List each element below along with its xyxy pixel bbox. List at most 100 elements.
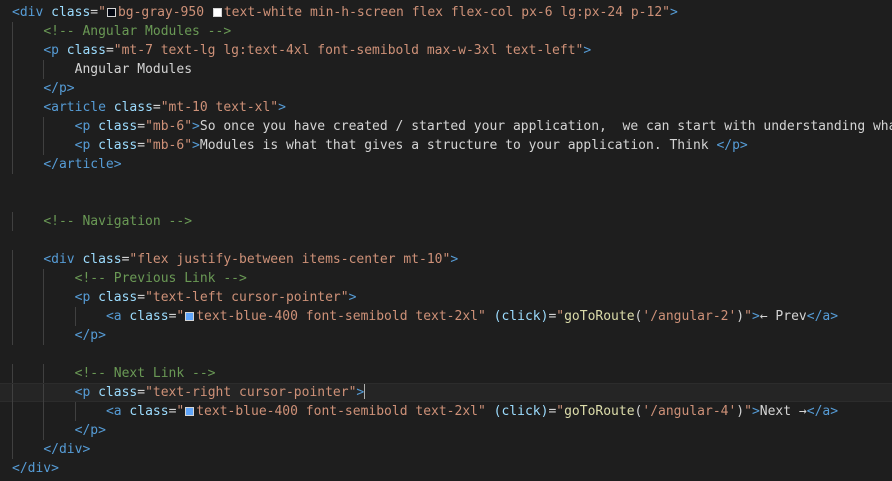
indent-guide [43,288,45,307]
code-line[interactable]: <p class="mt-7 text-lg lg:text-4xl font-… [0,41,892,60]
color-swatch-icon[interactable] [185,312,195,321]
code-text: <a class=" text-blue-400 font-semibold te… [106,307,838,326]
code-token: bg-gray-950 [117,5,212,20]
code-line[interactable]: <a class=" text-blue-400 font-semibold te… [0,402,892,421]
indent-guide [12,155,13,174]
code-line[interactable] [0,345,892,364]
code-token: </a> [806,404,839,419]
indent-guide [74,402,76,421]
code-token: (click) [493,404,549,419]
code-token: <!-- Angular Modules --> [43,24,232,39]
code-line[interactable]: </div> [0,459,892,478]
code-line[interactable]: </p> [0,79,892,98]
indent-guide [43,117,45,136]
code-token: <!-- Previous Link --> [74,271,247,286]
indent-guide [43,402,45,421]
indent-guide [74,307,76,326]
code-token: <!-- Next Link --> [74,366,216,381]
code-token: " [556,309,565,324]
indent-guide [43,326,45,345]
code-token: > [669,5,678,20]
code-line[interactable]: </div> [0,440,892,459]
code-token: </article> [43,157,122,172]
color-swatch-icon[interactable] [185,407,195,416]
code-line[interactable]: <article class="mt-10 text-xl"> [0,98,892,117]
code-token: (click) [493,309,549,324]
code-text: </p> [43,79,74,98]
code-token: <p [74,385,91,400]
code-token: class [82,252,122,267]
code-line[interactable]: <div class=" bg-gray-950 text-white min-h… [0,3,892,22]
code-token: > [356,385,365,400]
code-token: > [348,290,357,305]
code-token: </p> [74,328,106,343]
code-token: "mb-6" [145,138,193,153]
code-line[interactable]: </p> [0,326,892,345]
indent-guide [12,41,13,60]
code-token: So once you have created / started your … [199,119,892,134]
code-text: <p class="text-right cursor-pointer"> [75,384,366,401]
code-token: text-white min-h-screen flex flex-col px… [223,5,670,20]
code-token: " [98,5,106,20]
code-line[interactable]: <!-- Angular Modules --> [0,22,892,41]
code-token: > [192,119,200,134]
code-token: class [51,5,91,20]
code-line[interactable]: Angular Modules [0,60,892,79]
code-token: "mb-6" [145,119,193,134]
code-token: Angular Modules [74,62,193,77]
code-editor[interactable]: <div class = " bg-gray-950 text-white min-h… [0,0,892,481]
indent-guide [12,326,13,345]
code-token: > [278,100,286,115]
code-token: " [744,404,752,419]
indent-guide [12,117,13,136]
code-line[interactable]: <a class=" text-blue-400 font-semibold te… [0,307,892,326]
code-line[interactable]: <!-- Navigation --> [0,212,892,231]
text-cursor [364,384,366,399]
code-line[interactable] [0,193,892,212]
code-token: class [98,385,138,400]
indent-guide [12,269,13,288]
code-token: = [137,138,146,153]
code-line[interactable] [0,231,892,250]
code-token: goToRoute [564,309,635,324]
code-token: <a [105,404,122,419]
indent-guide [12,212,13,231]
code-token: " [744,309,752,324]
code-line[interactable]: </p> [0,421,892,440]
indent-guide [12,307,13,326]
code-token: class [66,43,106,58]
code-line[interactable]: <p class="text-left cursor-pointer"> [0,288,892,307]
code-token: <a [105,309,122,324]
code-token: text-blue-400 font-semibold text-2xl" [196,309,486,324]
code-token: <p [43,43,59,58]
code-line-current[interactable]: <p class="text-right cursor-pointer"> [0,383,892,403]
indent-guide [12,60,13,79]
code-text: <!-- Angular Modules --> [43,22,231,41]
code-token: " [176,404,185,419]
code-token: class [98,119,138,134]
code-token: ) [736,404,745,419]
code-token: <p [74,119,91,134]
code-token: <p [74,138,91,153]
code-line[interactable]: <p class="mb-6">So once you have created… [0,117,892,136]
color-swatch-icon[interactable] [106,8,116,17]
code-line[interactable]: <!-- Next Link --> [0,364,892,383]
indent-guide [12,288,13,307]
code-line[interactable] [0,174,892,193]
code-line[interactable]: <!-- Previous Link --> [0,269,892,288]
code-token: class [98,290,138,305]
indent-guide [43,421,45,440]
code-line[interactable]: <p class="mb-6">Modules is what that giv… [0,136,892,155]
code-line[interactable]: </article> [0,155,892,174]
indent-guide [12,384,13,403]
code-line[interactable]: <div class="flex justify-between items-c… [0,250,892,269]
color-swatch-icon[interactable] [212,8,222,17]
code-token: ← Prev [759,309,807,324]
code-token: </a> [806,309,839,324]
code-token: <div [12,5,44,20]
